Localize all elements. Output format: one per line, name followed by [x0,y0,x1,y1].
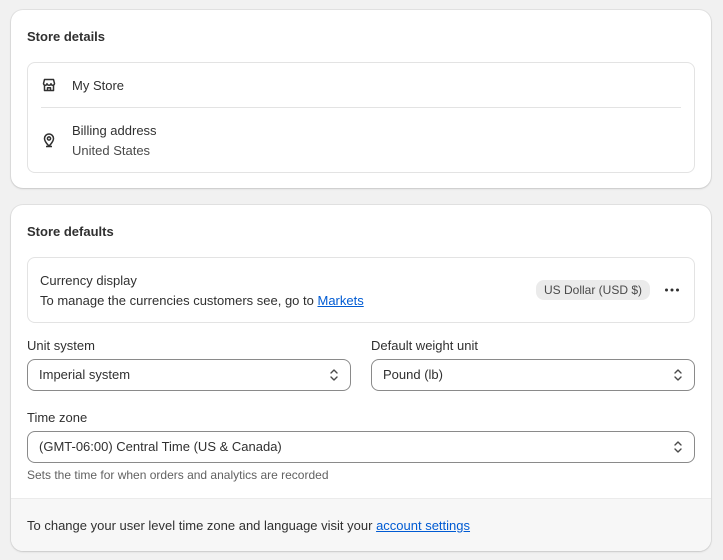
unit-system-value: Imperial system [39,367,131,382]
weight-unit-select[interactable]: Pound (lb) [371,359,695,391]
select-chevron-icon [674,441,682,453]
currency-description-text: To manage the currencies customers see, … [40,293,314,308]
weight-unit-value: Pound (lb) [383,367,443,382]
time-zone-value: (GMT-06:00) Central Time (US & Canada) [39,439,282,454]
currency-display-box: Currency display To manage the currencie… [27,257,695,323]
time-zone-select[interactable]: (GMT-06:00) Central Time (US & Canada) [27,431,695,463]
footer-text: To change your user level time zone and … [27,518,470,533]
more-actions-button[interactable] [660,278,684,302]
unit-system-label: Unit system [27,338,95,353]
store-defaults-card: Store defaults Currency display To manag… [11,205,711,551]
footer-message: To change your user level time zone and … [27,518,373,533]
time-zone-help-text: Sets the time for when orders and analyt… [27,468,329,482]
store-defaults-title: Store defaults [27,224,114,239]
currency-display-label: Currency display [40,273,137,288]
markets-link[interactable]: Markets [318,293,364,308]
account-settings-link[interactable]: account settings [376,518,470,533]
unit-system-select[interactable]: Imperial system [27,359,351,391]
select-chevron-icon [330,369,338,381]
time-zone-label: Time zone [27,410,88,425]
billing-address-value: United States [72,143,151,158]
store-name: My Store [72,78,125,93]
currency-badge: US Dollar (USD $) [535,280,650,300]
store-details-box: My Store Billing address United States [27,62,695,173]
store-icon [40,76,58,94]
store-details-title: Store details [27,29,106,44]
currency-display-description: To manage the currencies customers see, … [40,293,364,308]
divider [41,107,681,108]
location-pin-icon [40,131,58,149]
card-footer: To change your user level time zone and … [11,498,711,551]
billing-address-label: Billing address [72,123,157,138]
select-chevron-icon [674,369,682,381]
store-details-card: Store details My Store Billing address U… [11,10,711,188]
ellipsis-icon [665,288,679,292]
weight-unit-label: Default weight unit [371,338,478,353]
